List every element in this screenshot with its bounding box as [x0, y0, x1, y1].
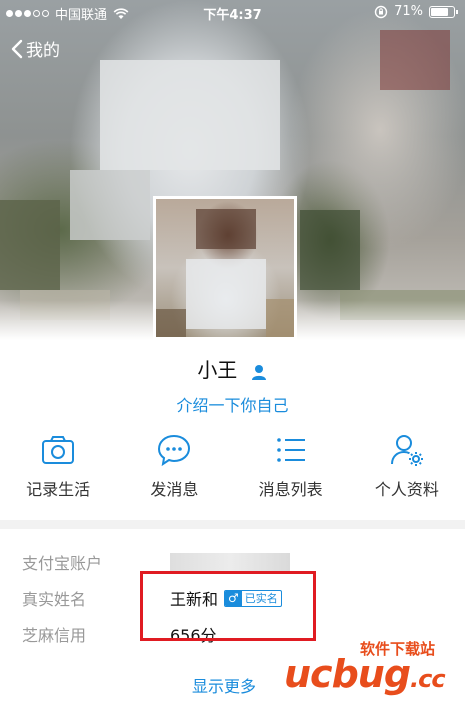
watermark-logo-main: ucbug [284, 652, 411, 696]
watermark-logo: ucbug.cc [284, 652, 446, 696]
intro-link[interactable]: 介绍一下你自己 [0, 392, 465, 416]
send-message-label: 发消息 [150, 480, 199, 499]
highlight-box [140, 571, 316, 641]
chat-bubble-icon [158, 434, 191, 467]
profile-name-row: 小王 [0, 354, 465, 383]
chevron-left-icon [11, 39, 23, 58]
cover-pixel-block [0, 200, 60, 290]
cover-pixel-block [100, 60, 280, 170]
user-settings-icon [390, 435, 423, 466]
redacted-account [170, 553, 290, 571]
cover-pixel-block [300, 210, 360, 290]
avatar[interactable] [153, 196, 297, 340]
cover-pixel-block [380, 30, 450, 90]
rotation-lock-icon [374, 5, 388, 18]
battery-percent: 71% [394, 4, 423, 19]
send-message-button[interactable]: 发消息 [116, 432, 232, 512]
battery-icon [429, 5, 458, 18]
avatar-pixel-block [186, 259, 266, 329]
person-icon [251, 364, 266, 380]
list-icon [276, 438, 305, 462]
avatar-pixel-block [196, 209, 256, 249]
action-bar: 记录生活 发消息 消息列表 个人资料 [0, 432, 465, 512]
section-divider [0, 520, 465, 529]
record-life-button[interactable]: 记录生活 [0, 432, 116, 512]
personal-info-label: 个人资料 [374, 480, 439, 499]
back-button[interactable]: 我的 [10, 36, 60, 61]
message-list-label: 消息列表 [258, 480, 323, 499]
watermark: 软件下载站 ucbug.cc [278, 636, 463, 696]
profile-name: 小王 [197, 358, 238, 382]
back-label: 我的 [26, 41, 60, 61]
camera-icon [42, 436, 75, 464]
personal-info-button[interactable]: 个人资料 [349, 432, 465, 512]
status-right: 71% [374, 4, 458, 19]
cover-pixel-block [70, 170, 150, 240]
alipay-account-value [170, 553, 290, 571]
watermark-logo-suffix: .cc [410, 665, 446, 693]
record-life-label: 记录生活 [26, 480, 91, 499]
avatar-pixel-block [266, 299, 294, 337]
battery-fill [431, 7, 449, 16]
status-bar: 中国联通 下午4:37 71% [0, 0, 465, 26]
avatar-pixel-block [156, 309, 186, 337]
message-list-button[interactable]: 消息列表 [233, 432, 349, 512]
